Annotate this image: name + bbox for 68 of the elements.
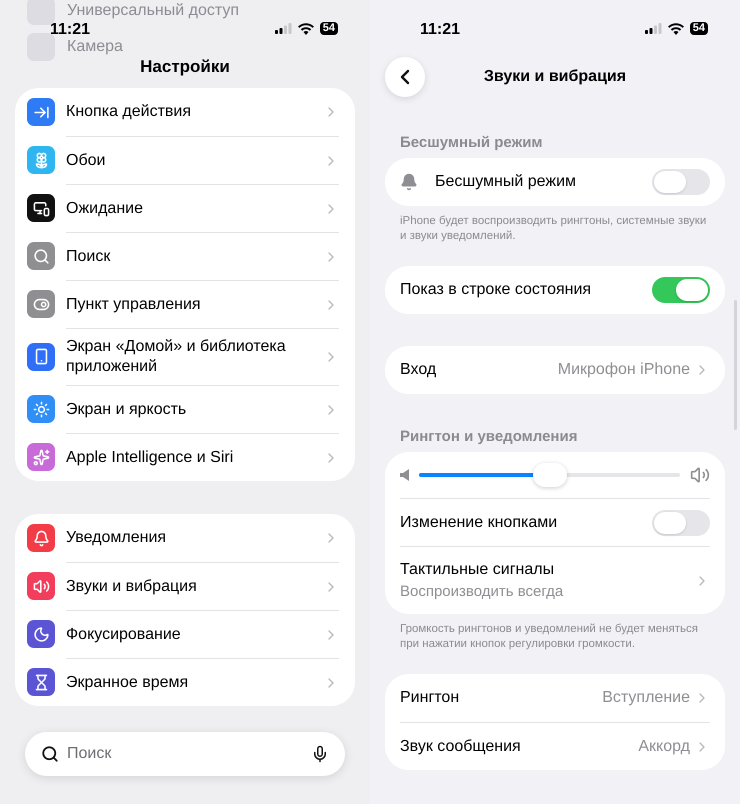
row-label: Вход: [400, 360, 438, 380]
search-icon: [41, 745, 59, 763]
settings-item[interactable]: Фокусирование: [15, 610, 355, 658]
item-label: Пункт управления: [66, 294, 202, 314]
wifi-icon: [668, 22, 684, 34]
item-label: Звуки и вибрация: [66, 576, 198, 596]
item-label: Обои: [66, 150, 106, 170]
toggle-switch[interactable]: [652, 277, 710, 303]
settings-item[interactable]: Экранное время: [15, 658, 355, 706]
settings-item[interactable]: Apple Intelligence и Siri: [15, 433, 355, 481]
row-label: Бесшумный режим: [435, 172, 578, 192]
section-header: Рингтон и уведомления: [399, 428, 578, 446]
item-label: Кнопка действия: [66, 102, 192, 122]
item-label: Ожидание: [66, 198, 144, 218]
row-label: Звук сообщения: [400, 736, 522, 756]
row-value: Вступление: [602, 688, 690, 708]
settings-item[interactable]: Кнопка действия: [15, 88, 355, 136]
toggle-switch[interactable]: [652, 510, 710, 536]
bell-icon: [400, 173, 418, 191]
settings-row[interactable]: Рингтон Вступление: [385, 674, 725, 722]
section-footer: Громкость рингтонов и уведомлений не будет меняться при нажатии кнопок регулировки громкости.: [370, 614, 740, 652]
row-label: Изменение кнопками: [400, 512, 558, 532]
row-label: Показ в строке состояния: [400, 280, 592, 300]
settings-item[interactable]: Обои: [15, 136, 355, 184]
signal-icon: [644, 23, 662, 34]
settings-item[interactable]: Уведомления: [15, 514, 355, 562]
item-label: Экран и яркость: [66, 400, 188, 420]
section-header: Бесшумный режим: [399, 134, 544, 152]
toggle-switch[interactable]: [652, 169, 710, 195]
settings-row[interactable]: Вход Микрофон iPhone: [385, 346, 725, 394]
status-time: 11:21: [420, 20, 460, 40]
settings-item[interactable]: Экран «Домой» и библиотека приложений: [15, 328, 355, 385]
battery-icon: 54: [320, 22, 338, 35]
row-value: Аккорд: [638, 736, 690, 756]
item-label: Экранное время: [66, 672, 190, 692]
settings-item[interactable]: Поиск: [15, 232, 355, 280]
settings-row[interactable]: Звук сообщения Аккорд: [385, 722, 725, 770]
item-label: Уведомления: [66, 528, 168, 548]
settings-item[interactable]: Экран и яркость: [15, 385, 355, 433]
settings-row[interactable]: Тактильные сигналы Воспроизводить всегда: [385, 546, 725, 614]
section-footer: iPhone будет воспроизводить рингтоны, системные звуки и звуки уведомлений.: [370, 206, 740, 244]
search-input[interactable]: Поиск: [67, 742, 303, 766]
volume-slider[interactable]: [419, 462, 680, 488]
microphone-icon[interactable]: [311, 745, 329, 763]
speaker-loud-icon: [690, 465, 710, 485]
settings-item[interactable]: Звуки и вибрация: [15, 562, 355, 610]
signal-icon: [274, 23, 292, 34]
row-value: Микрофон iPhone: [558, 360, 690, 380]
item-label: Фокусирование: [66, 624, 182, 644]
battery-icon: 54: [690, 22, 708, 35]
row-subtitle: Воспроизводить всегда: [400, 582, 564, 602]
speaker-low-icon: [400, 469, 409, 481]
status-time: 11:21: [50, 20, 90, 40]
faded-item-label: Универсальный доступ: [67, 1, 240, 21]
screen-title: Настройки: [140, 56, 230, 78]
row-label: Тактильные сигналы: [400, 560, 556, 580]
settings-item[interactable]: Пункт управления: [15, 280, 355, 328]
settings-item[interactable]: Ожидание: [15, 184, 355, 232]
item-label: Экран «Домой» и библиотека приложений: [66, 337, 287, 377]
item-label: Apple Intelligence и Siri: [66, 448, 234, 468]
item-label: Поиск: [66, 246, 112, 266]
search-field[interactable]: Поиск: [25, 732, 345, 776]
slider-thumb[interactable]: [532, 463, 566, 487]
faded-item-label: Камера: [67, 37, 123, 57]
screen-title: Звуки и вибрация: [484, 67, 626, 87]
back-button[interactable]: [385, 57, 425, 97]
row-label: Рингтон: [400, 688, 460, 708]
wifi-icon: [298, 22, 314, 34]
